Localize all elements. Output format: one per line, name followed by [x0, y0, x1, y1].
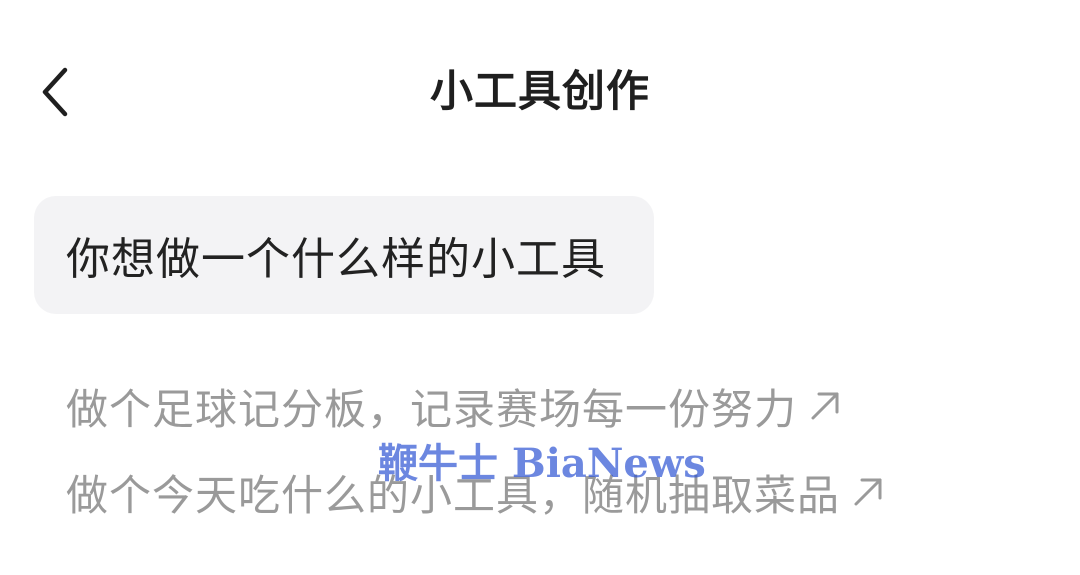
arrow-up-right-icon [850, 474, 886, 510]
arrow-up-right-icon [807, 388, 843, 424]
suggestion-item-scoreboard[interactable]: 做个足球记分板，记录赛场每一份努力 [66, 376, 843, 436]
suggestion-item-food-picker[interactable]: 做个今天吃什么的小工具，随机抽取菜品 [66, 462, 886, 522]
page-title: 小工具创作 [430, 67, 650, 117]
prompt-bubble: 你想做一个什么样的小工具 [34, 196, 654, 314]
suggestion-label: 做个今天吃什么的小工具，随机抽取菜品 [66, 470, 841, 520]
suggestion-label: 做个足球记分板，记录赛场每一份努力 [66, 384, 798, 434]
header: 小工具创作 [0, 50, 1080, 134]
prompt-text: 你想做一个什么样的小工具 [66, 234, 606, 285]
